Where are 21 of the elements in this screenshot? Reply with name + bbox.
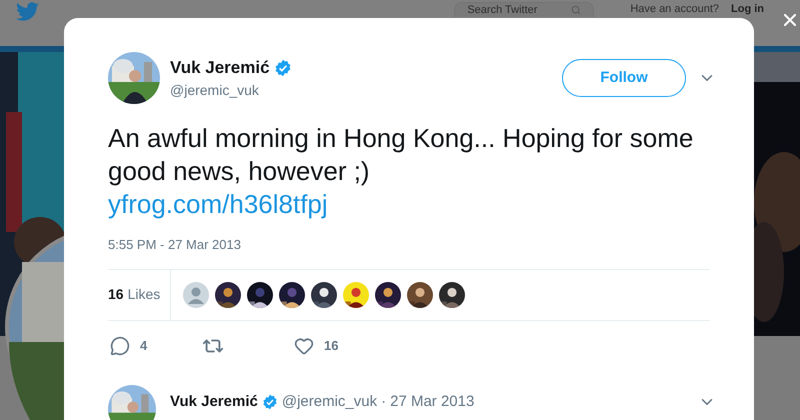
- tweet-link[interactable]: yfrog.com/h36l8tfpj: [108, 188, 710, 221]
- author-handle[interactable]: @jeremic_vuk: [170, 80, 292, 102]
- heart-icon[interactable]: [294, 336, 314, 356]
- default-avatar-icon[interactable]: [183, 282, 210, 308]
- tweet-timestamp[interactable]: 5:55 PM - 27 Mar 2013: [108, 235, 710, 254]
- reply-date[interactable]: 27 Mar 2013: [390, 390, 474, 413]
- reply-author-name[interactable]: Vuk Jeremić: [170, 390, 258, 413]
- likes-label[interactable]: Likes: [128, 284, 160, 305]
- separator-dot: ·: [381, 392, 386, 412]
- action-count: 4: [140, 336, 148, 355]
- author-name[interactable]: Vuk Jeremić: [170, 54, 270, 80]
- search-input[interactable]: Search Twitter: [467, 3, 564, 17]
- likes-count[interactable]: 16: [108, 284, 124, 305]
- reply-author-handle[interactable]: @jeremic_vuk: [282, 390, 378, 413]
- login-link[interactable]: Log in: [731, 2, 764, 16]
- account-prompt: Have an account?: [630, 2, 719, 16]
- reply-icon[interactable]: [110, 336, 130, 356]
- follow-button[interactable]: Follow: [562, 59, 686, 97]
- tweet-text: An awful morning in Hong Kong... Hoping for some good news, however ;): [108, 122, 694, 188]
- search-field[interactable]: Search Twitter: [454, 2, 594, 17]
- action-count: 16: [324, 336, 338, 355]
